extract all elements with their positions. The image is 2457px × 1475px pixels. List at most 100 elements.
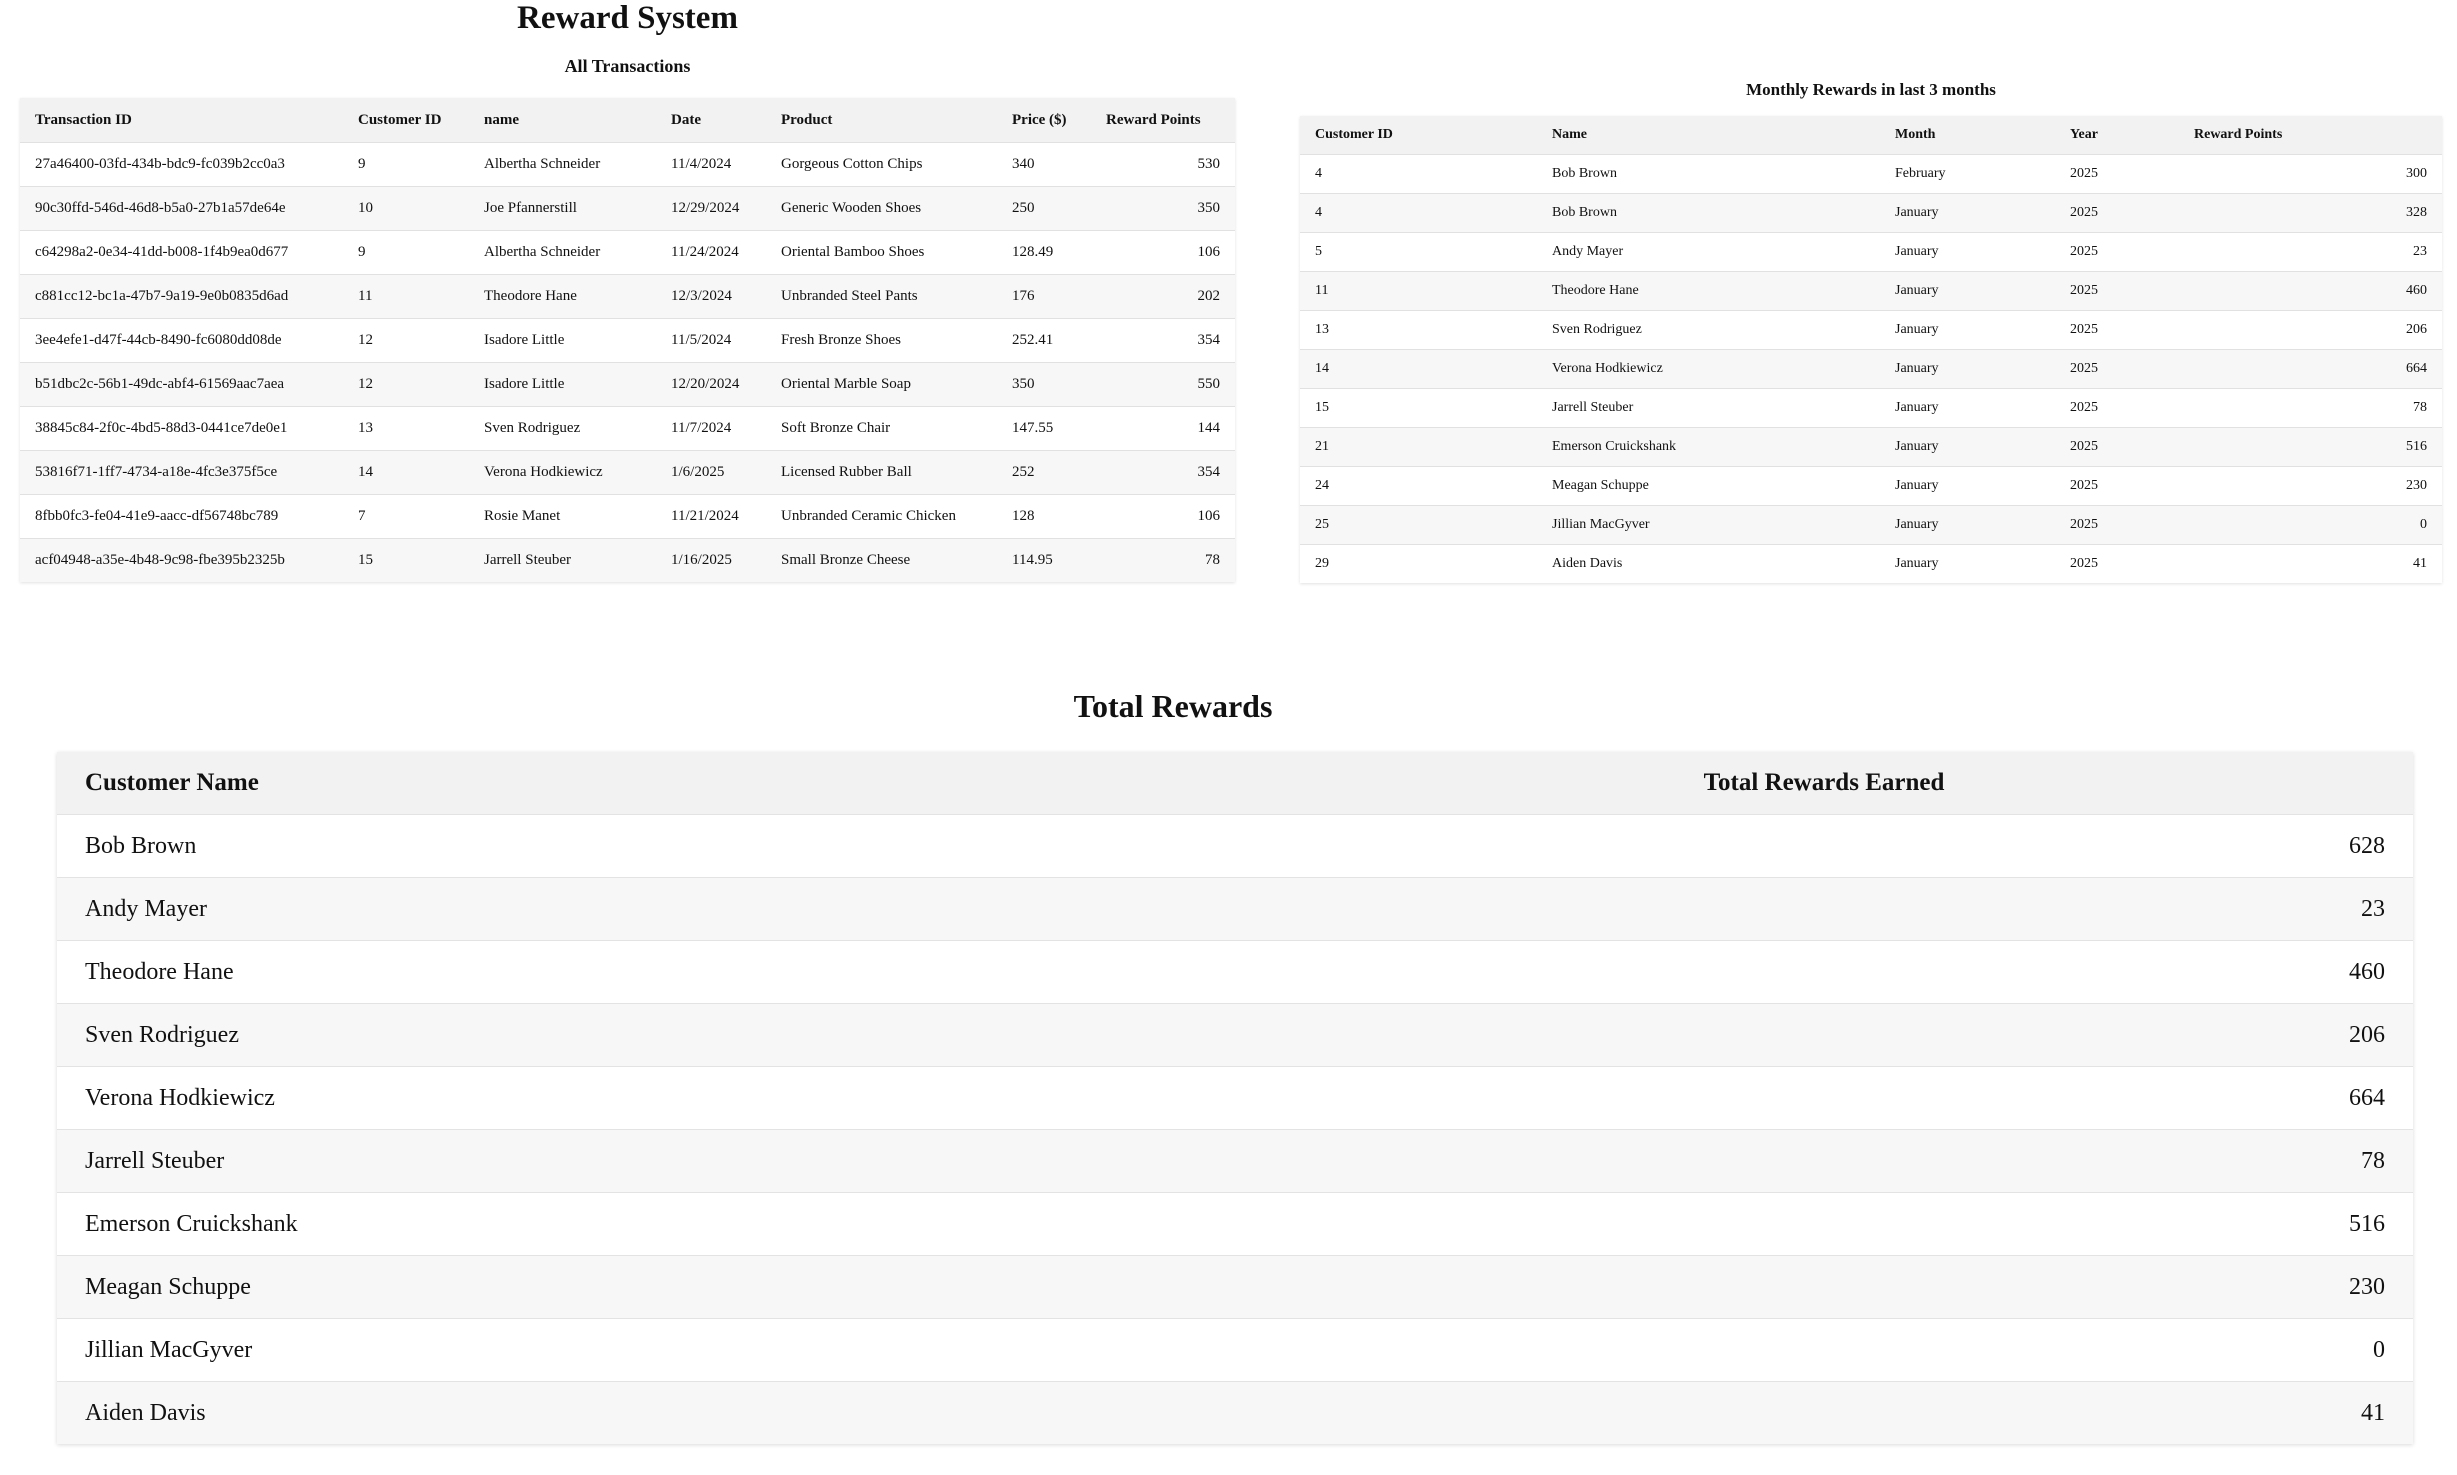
monthly-reward-row: 4 Bob Brown January 2025 328 bbox=[1300, 193, 2442, 233]
month-cell: January bbox=[1880, 349, 2055, 389]
year-cell: 2025 bbox=[2055, 271, 2179, 311]
total-rewards-cell: 516 bbox=[1235, 1192, 2413, 1256]
reward-points-cell: 106 bbox=[1091, 230, 1235, 275]
col-header-reward-points: Reward Points bbox=[1091, 98, 1235, 143]
total-rewards-title: Total Rewards bbox=[1073, 688, 1273, 724]
col-header-customer-id: Customer ID bbox=[343, 98, 469, 143]
monthly-reward-row: 21 Emerson Cruickshank January 2025 516 bbox=[1300, 427, 2442, 467]
monthly-reward-row: 14 Verona Hodkiewicz January 2025 664 bbox=[1300, 349, 2442, 389]
year-cell: 2025 bbox=[2055, 466, 2179, 506]
col-header-reward-points: Reward Points bbox=[2179, 116, 2442, 155]
month-cell: January bbox=[1880, 232, 2055, 272]
customer-name-cell: Albertha Schneider bbox=[469, 230, 656, 275]
col-header-product: Product bbox=[766, 98, 997, 143]
customer-id-cell: 13 bbox=[1300, 310, 1537, 350]
monthly-reward-row: 5 Andy Mayer January 2025 23 bbox=[1300, 232, 2442, 272]
price-cell: 128.49 bbox=[997, 230, 1091, 275]
col-header-date: Date bbox=[656, 98, 766, 143]
reward-points-cell: 328 bbox=[2179, 193, 2442, 233]
date-cell: 1/6/2025 bbox=[656, 450, 766, 495]
transaction-row: c64298a2-0e34-41dd-b008-1f4b9ea0d677 9 Alb… bbox=[20, 230, 1235, 275]
date-cell: 12/3/2024 bbox=[656, 274, 766, 319]
customer-id-cell: 12 bbox=[343, 318, 469, 363]
customer-id-cell: 11 bbox=[343, 274, 469, 319]
customer-name-cell: Theodore Hane bbox=[469, 274, 656, 319]
monthly-rewards-title: Monthly Rewards in last 3 months bbox=[1746, 80, 1996, 99]
total-reward-row: Jillian MacGyver 0 bbox=[57, 1318, 2413, 1382]
customer-id-cell: 4 bbox=[1300, 193, 1537, 233]
reward-points-cell: 230 bbox=[2179, 466, 2442, 506]
customer-id-cell: 14 bbox=[343, 450, 469, 495]
customer-name-cell: Aiden Davis bbox=[1537, 544, 1880, 583]
total-rewards-cell: 41 bbox=[1235, 1381, 2413, 1444]
transaction-id-cell: c64298a2-0e34-41dd-b008-1f4b9ea0d677 bbox=[20, 230, 343, 275]
date-cell: 11/5/2024 bbox=[656, 318, 766, 363]
month-cell: January bbox=[1880, 310, 2055, 350]
reward-points-cell: 354 bbox=[1091, 450, 1235, 495]
total-rewards-cell: 78 bbox=[1235, 1129, 2413, 1193]
total-rewards-cell: 230 bbox=[1235, 1255, 2413, 1319]
reward-points-cell: 0 bbox=[2179, 505, 2442, 545]
reward-points-cell: 354 bbox=[1091, 318, 1235, 363]
customer-id-cell: 11 bbox=[1300, 271, 1537, 311]
total-rewards-table: Customer Name Total Rewards Earned Bob B… bbox=[57, 752, 2413, 1444]
price-cell: 147.55 bbox=[997, 406, 1091, 451]
transaction-id-cell: c881cc12-bc1a-47b7-9a19-9e0b0835d6ad bbox=[20, 274, 343, 319]
month-cell: January bbox=[1880, 466, 2055, 506]
monthly-reward-row: 24 Meagan Schuppe January 2025 230 bbox=[1300, 466, 2442, 506]
price-cell: 250 bbox=[997, 186, 1091, 231]
customer-id-cell: 9 bbox=[343, 230, 469, 275]
transaction-id-cell: 53816f71-1ff7-4734-a18e-4fc3e375f5ce bbox=[20, 450, 343, 495]
customer-name-cell: Jarrell Steuber bbox=[57, 1129, 1235, 1193]
year-cell: 2025 bbox=[2055, 388, 2179, 428]
year-cell: 2025 bbox=[2055, 505, 2179, 545]
customer-id-cell: 25 bbox=[1300, 505, 1537, 545]
transaction-id-cell: 90c30ffd-546d-46d8-b5a0-27b1a57de64e bbox=[20, 186, 343, 231]
customer-name-cell: Meagan Schuppe bbox=[1537, 466, 1880, 506]
month-cell: January bbox=[1880, 388, 2055, 428]
customer-name-cell: Jillian MacGyver bbox=[1537, 505, 1880, 545]
customer-name-cell: Sven Rodriguez bbox=[57, 1003, 1235, 1067]
monthly-reward-row: 25 Jillian MacGyver January 2025 0 bbox=[1300, 505, 2442, 545]
total-reward-row: Sven Rodriguez 206 bbox=[57, 1003, 2413, 1067]
monthly-reward-row: 4 Bob Brown February 2025 300 bbox=[1300, 154, 2442, 194]
customer-id-cell: 7 bbox=[343, 494, 469, 539]
price-cell: 340 bbox=[997, 142, 1091, 187]
price-cell: 350 bbox=[997, 362, 1091, 407]
reward-points-cell: 106 bbox=[1091, 494, 1235, 539]
product-cell: Fresh Bronze Shoes bbox=[766, 318, 997, 363]
customer-name-cell: Bob Brown bbox=[1537, 193, 1880, 233]
year-cell: 2025 bbox=[2055, 349, 2179, 389]
customer-id-cell: 15 bbox=[343, 538, 469, 582]
col-header-name: name bbox=[469, 98, 656, 143]
col-header-transaction-id: Transaction ID bbox=[20, 98, 343, 143]
price-cell: 252.41 bbox=[997, 318, 1091, 363]
col-header-customer-id: Customer ID bbox=[1300, 116, 1537, 155]
customer-name-cell: Aiden Davis bbox=[57, 1381, 1235, 1444]
product-cell: Gorgeous Cotton Chips bbox=[766, 142, 997, 187]
total-rewards-cell: 23 bbox=[1235, 877, 2413, 941]
transaction-id-cell: 8fbb0fc3-fe04-41e9-aacc-df56748bc789 bbox=[20, 494, 343, 539]
customer-id-cell: 24 bbox=[1300, 466, 1537, 506]
month-cell: January bbox=[1880, 427, 2055, 467]
col-header-price: Price ($) bbox=[997, 98, 1091, 143]
page-title: Reward System bbox=[517, 0, 738, 36]
reward-points-cell: 664 bbox=[2179, 349, 2442, 389]
product-cell: Unbranded Steel Pants bbox=[766, 274, 997, 319]
customer-name-cell: Theodore Hane bbox=[1537, 271, 1880, 311]
customer-name-cell: Rosie Manet bbox=[469, 494, 656, 539]
customer-name-cell: Isadore Little bbox=[469, 318, 656, 363]
monthly-reward-row: 29 Aiden Davis January 2025 41 bbox=[1300, 544, 2442, 583]
customer-name-cell: Sven Rodriguez bbox=[469, 406, 656, 451]
year-cell: 2025 bbox=[2055, 154, 2179, 194]
customer-name-cell: Verona Hodkiewicz bbox=[469, 450, 656, 495]
reward-points-cell: 78 bbox=[2179, 388, 2442, 428]
transaction-id-cell: 27a46400-03fd-434b-bdc9-fc039b2cc0a3 bbox=[20, 142, 343, 187]
reward-points-cell: 550 bbox=[1091, 362, 1235, 407]
product-cell: Licensed Rubber Ball bbox=[766, 450, 997, 495]
transaction-id-cell: 3ee4efe1-d47f-44cb-8490-fc6080dd08de bbox=[20, 318, 343, 363]
customer-name-cell: Joe Pfannerstill bbox=[469, 186, 656, 231]
customer-name-cell: Andy Mayer bbox=[57, 877, 1235, 941]
reward-points-cell: 78 bbox=[1091, 538, 1235, 582]
customer-name-cell: Bob Brown bbox=[57, 814, 1235, 878]
